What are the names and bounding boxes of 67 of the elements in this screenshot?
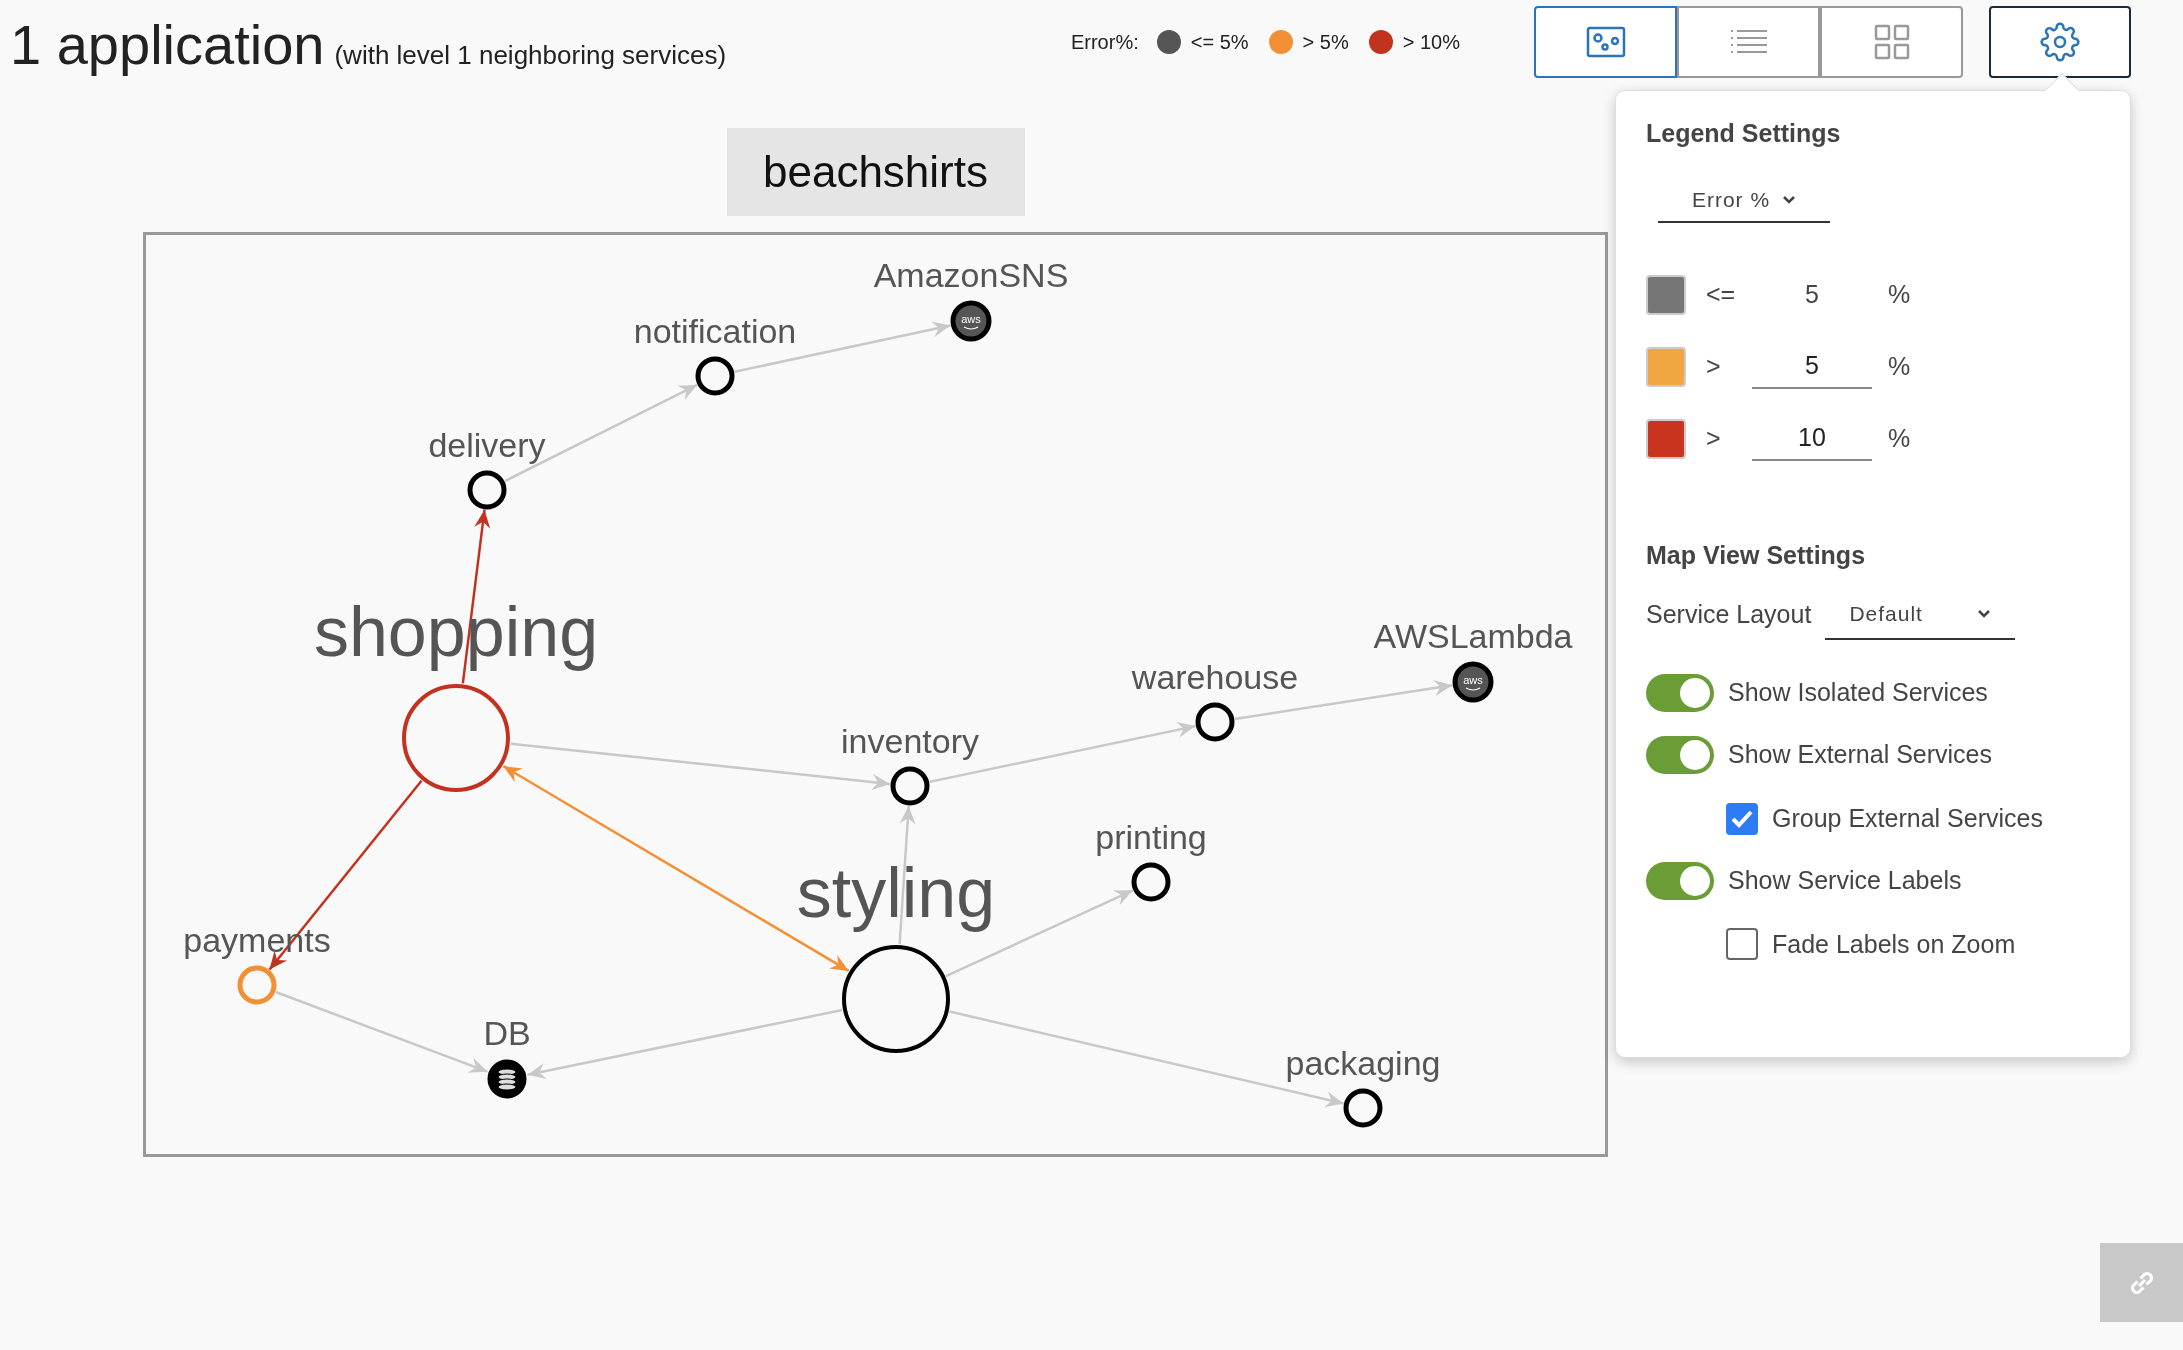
external-service-node[interactable]: aws [950,300,992,342]
application-label: beachshirts [726,128,1025,216]
toggle-switch[interactable] [1646,674,1714,712]
threshold-input[interactable]: 5 [1752,344,1872,389]
unit-text: % [1888,422,1911,454]
toggle-switch[interactable] [1646,736,1714,774]
checkbox[interactable] [1726,802,1758,835]
option-label: Show Isolated Services [1728,677,1988,709]
chevron-down-icon [1977,609,1992,619]
option-label: Show External Services [1728,739,1992,771]
option-label: Show Service Labels [1728,864,1962,896]
service-node[interactable] [1343,1088,1383,1128]
service-node[interactable] [467,470,507,510]
legend-text: <= 5% [1190,30,1249,55]
toggle-switch[interactable] [1646,861,1714,900]
map-view-button[interactable] [1534,6,1677,78]
service-node[interactable] [1195,702,1235,742]
operator-text: <= [1706,278,1737,310]
color-swatch[interactable] [1646,346,1686,387]
service-node[interactable] [1131,862,1171,902]
checkmark-icon [1731,809,1753,828]
service-label: printing [1095,818,1207,856]
service-label: notification [633,312,797,350]
list-icon [1728,28,1769,56]
service-label: styling [796,854,996,932]
service-label: warehouse [1131,658,1299,696]
service-node[interactable] [695,356,735,396]
external-service-node[interactable]: aws [1452,661,1494,703]
field-label: Service Layout [1646,599,1812,631]
chevron-down-icon [1782,194,1797,205]
service-label: DB [483,1014,531,1052]
color-swatch[interactable] [1646,418,1686,459]
page-subtitle: (with level 1 neighboring services) [334,39,727,72]
option-label: Group External Services [1772,803,2043,834]
operator-text: > [1706,422,1722,454]
threshold-input[interactable]: 10 [1752,416,1872,461]
option-label: Fade Labels on Zoom [1772,928,2016,960]
map-view-icon [1585,26,1626,58]
metric-dropdown[interactable]: Error % [1658,178,1830,223]
layout-dropdown[interactable]: Default [1825,590,2016,640]
settings-button[interactable] [1989,6,2131,78]
list-view-button[interactable] [1677,6,1820,78]
unit-text: % [1888,278,1911,310]
service-node[interactable] [402,684,510,792]
service-label: AmazonSNS [873,256,1069,294]
service-label: packaging [1285,1044,1441,1082]
legend-text: > 5% [1302,30,1349,55]
service-node[interactable] [237,965,277,1005]
operator-text: > [1706,350,1722,382]
service-label: delivery [428,426,546,464]
service-label: AWSLambda [1373,617,1573,655]
page-title: 1 application [10,12,325,78]
service-node[interactable] [890,766,930,806]
section-heading: Map View Settings [1646,539,1867,571]
settings-icon [2040,22,2080,62]
color-swatch[interactable] [1646,274,1686,315]
legend-text: > 10% [1402,30,1460,55]
threshold-value: 5 [1804,278,1820,310]
section-heading: Legend Settings [1646,118,1842,149]
database-node[interactable] [487,1059,527,1099]
service-node[interactable] [842,945,950,1053]
service-label: inventory [841,722,979,760]
grid-view-button[interactable] [1820,6,1963,78]
checkbox[interactable] [1726,928,1758,961]
grid-icon [1873,24,1910,60]
unit-text: % [1888,350,1911,382]
legend-label: Error%: [1070,30,1139,55]
